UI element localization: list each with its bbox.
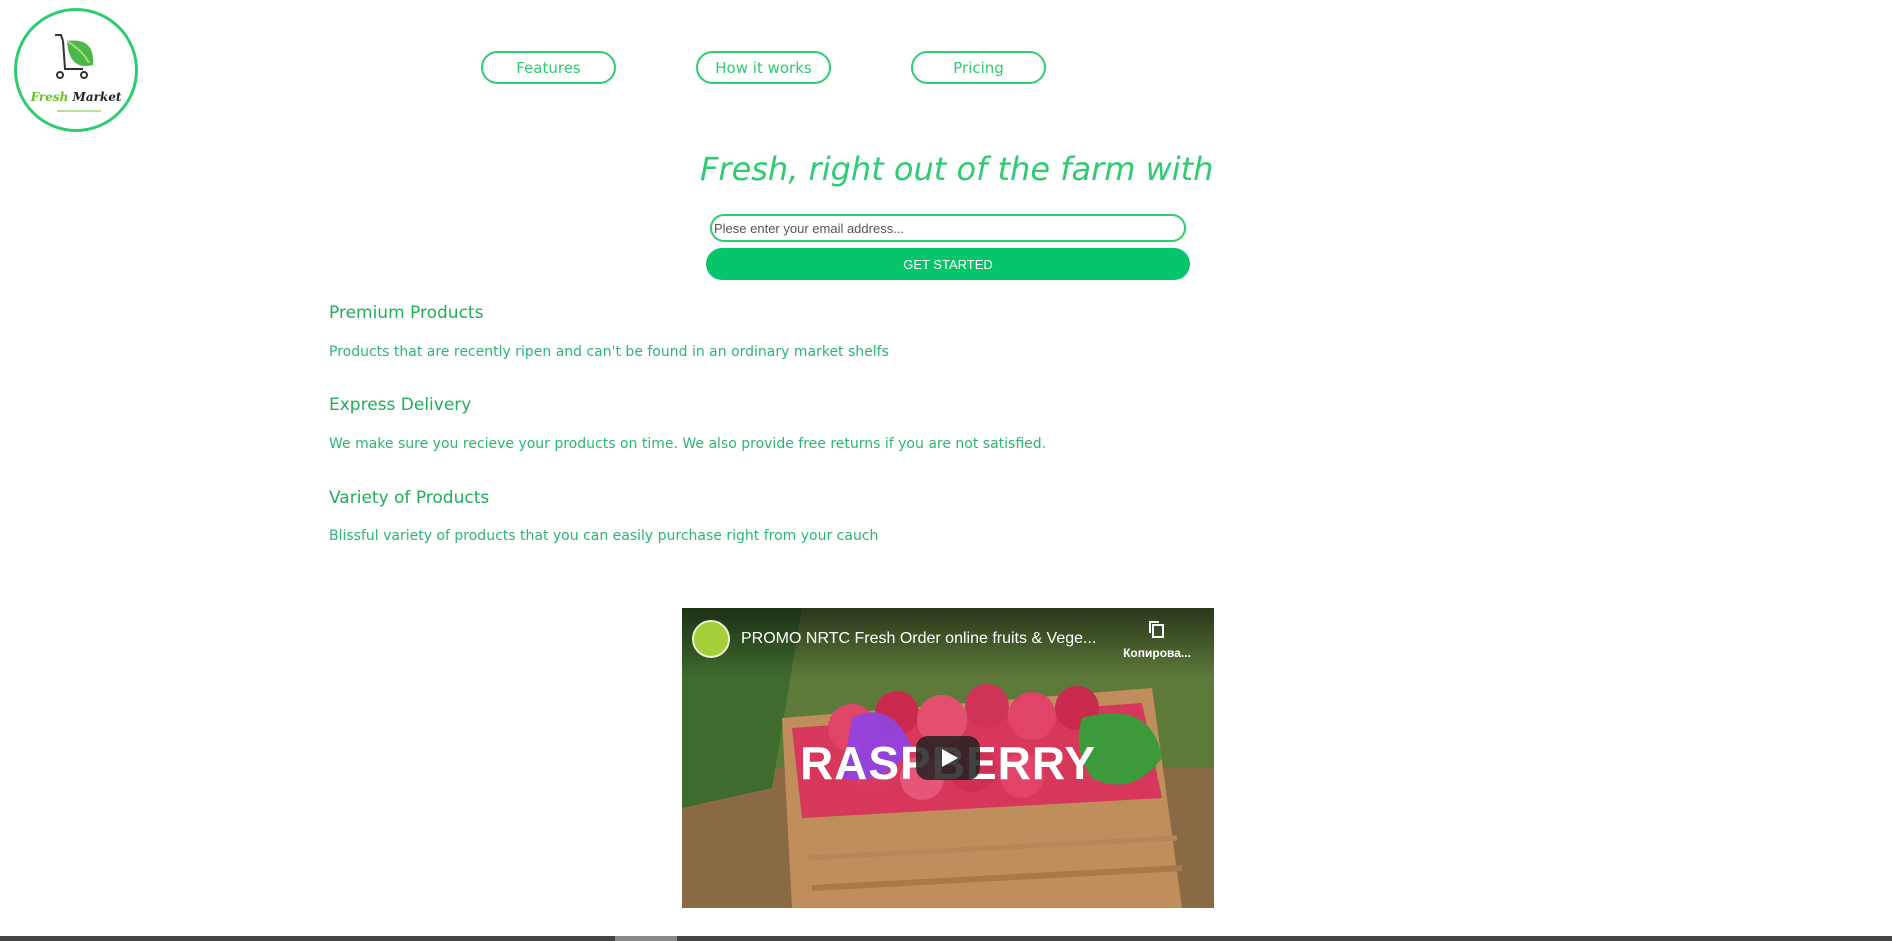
brand-name-part2: Market bbox=[72, 90, 122, 104]
video-player[interactable]: PROMO NRTC Fresh Order online fruits & V… bbox=[682, 608, 1214, 908]
horizontal-scrollbar[interactable] bbox=[0, 936, 1892, 941]
brand-name-part1: Fresh bbox=[30, 90, 69, 104]
feature-title-premium-products: Premium Products bbox=[329, 303, 484, 323]
get-started-button[interactable]: GET STARTED bbox=[706, 248, 1190, 280]
video-title[interactable]: PROMO NRTC Fresh Order online fruits & V… bbox=[741, 630, 1111, 648]
scrollbar-thumb[interactable] bbox=[615, 936, 677, 941]
brand-logo[interactable]: Fresh Market bbox=[14, 8, 138, 132]
feature-description-variety-of-products: Blissful variety of products that you ca… bbox=[329, 528, 879, 544]
play-button[interactable] bbox=[916, 736, 980, 780]
copy-icon bbox=[1149, 621, 1164, 638]
feature-title-variety-of-products: Variety of Products bbox=[329, 488, 490, 508]
nav-how-it-works-button[interactable]: How it works bbox=[696, 51, 831, 84]
channel-avatar[interactable] bbox=[692, 620, 730, 658]
feature-description-express-delivery: We make sure you recieve your products o… bbox=[329, 436, 1047, 452]
play-icon bbox=[942, 749, 958, 767]
copy-link-button[interactable]: Копирова... bbox=[1112, 620, 1202, 660]
nav-pricing-button[interactable]: Pricing bbox=[911, 51, 1046, 84]
nav-features-button[interactable]: Features bbox=[481, 51, 616, 84]
brand-name: Fresh Market bbox=[17, 90, 135, 104]
hero-headline: Fresh, right out of the farm with bbox=[700, 150, 1214, 188]
email-input[interactable] bbox=[710, 214, 1186, 242]
brand-tagline-decoration bbox=[57, 110, 101, 112]
copy-link-label: Копирова... bbox=[1123, 646, 1191, 660]
feature-description-premium-products: Products that are recently ripen and can… bbox=[329, 344, 889, 360]
feature-title-express-delivery: Express Delivery bbox=[329, 395, 472, 415]
